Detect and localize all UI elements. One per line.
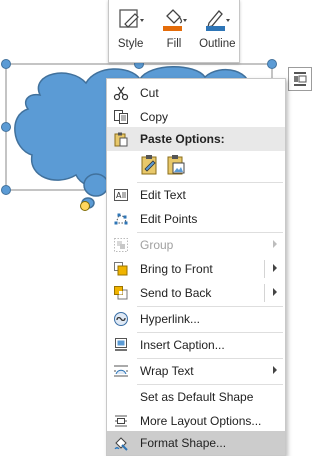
send-to-back-icon [114,286,128,300]
paint-bucket-icon [162,9,187,31]
menu-item-copy[interactable]: Copy [107,105,285,129]
menu-item-bring-to-front[interactable]: Bring to Front [107,257,285,281]
layout-options-icon [115,415,127,427]
submenu-arrow-icon[interactable] [273,264,277,272]
menu-item-more-layout-options[interactable]: More Layout Options... [107,409,285,433]
menu-label-wrap-text: Wrap Text [140,364,194,378]
paste-picture-icon [167,155,185,175]
menu-label-copy: Copy [140,110,169,124]
menu-label-edit-points: Edit Points [140,212,198,226]
submenu-arrow-icon[interactable] [273,288,277,296]
menu-item-insert-caption[interactable]: Insert Caption... [107,333,285,357]
outline-color-bar [206,26,226,31]
style-label: Style [117,38,144,50]
paste-options-label: Paste Options: [140,132,225,146]
menu-label-format-shape: Format Shape... [140,436,227,450]
menu-item-edit-points[interactable]: Edit Points [107,207,285,231]
paste-options-header: Paste Options: [107,127,285,151]
clipboard-icon [114,132,128,147]
menu-label-bring-to-front: Bring to Front [140,262,213,276]
menu-item-wrap-text[interactable]: Wrap Text [107,359,285,383]
style-button[interactable]: Style [110,0,152,62]
scissors-icon [113,86,129,101]
copy-icon [114,110,128,124]
menu-label-more-layout-options: More Layout Options... [140,414,262,428]
link-icon [114,312,128,326]
menu-item-group[interactable]: Group [107,233,285,257]
edit-points-icon [114,213,128,225]
layout-options-icon [294,72,307,86]
outline-pen-icon [206,10,231,31]
menu-label-edit-text: Edit Text [140,188,186,202]
wrap-text-icon [114,365,128,377]
menu-label-hyperlink: Hyperlink... [140,312,201,326]
context-menu: Cut Copy Paste Options: A Edit Text Edit… [106,78,286,456]
menu-item-edit-text[interactable]: A Edit Text [107,183,285,207]
group-icon [114,238,128,252]
fill-label: Fill [166,38,182,50]
menu-item-cut[interactable]: Cut [107,81,285,105]
split-divider [264,284,265,302]
style-icon [119,9,144,28]
mini-toolbar: Style Fill Outline [108,0,240,63]
layout-options-button[interactable] [288,67,312,91]
menu-label-set-default-shape: Set as Default Shape [140,390,254,404]
svg-text:A: A [116,191,122,200]
format-shape-icon [114,437,128,451]
submenu-arrow-icon [273,366,277,374]
menu-item-send-to-back[interactable]: Send to Back [107,281,285,305]
outline-button[interactable]: Outline [196,0,238,62]
split-divider [264,260,265,278]
menu-label-insert-caption: Insert Caption... [140,338,225,352]
outline-label: Outline [199,38,236,50]
document-canvas: Style Fill Outline Cut Copy Paste Option… [0,0,316,456]
paste-option-use-destination-theme[interactable] [139,153,161,177]
menu-item-hyperlink[interactable]: Hyperlink... [107,307,285,331]
menu-item-set-default-shape[interactable]: Set as Default Shape [107,385,285,409]
caption-icon [115,338,127,351]
fill-button[interactable]: Fill [153,0,195,62]
menu-label-group: Group [140,238,174,252]
edit-text-icon: A [114,189,128,201]
paste-theme-icon [141,155,157,175]
menu-label-send-to-back: Send to Back [140,286,212,300]
paste-option-picture[interactable] [165,153,187,177]
menu-label-cut: Cut [140,86,159,100]
menu-item-format-shape[interactable]: Format Shape... [107,431,285,455]
submenu-arrow-icon [273,240,277,248]
fill-color-bar [162,26,182,31]
bring-to-front-icon [114,262,128,276]
